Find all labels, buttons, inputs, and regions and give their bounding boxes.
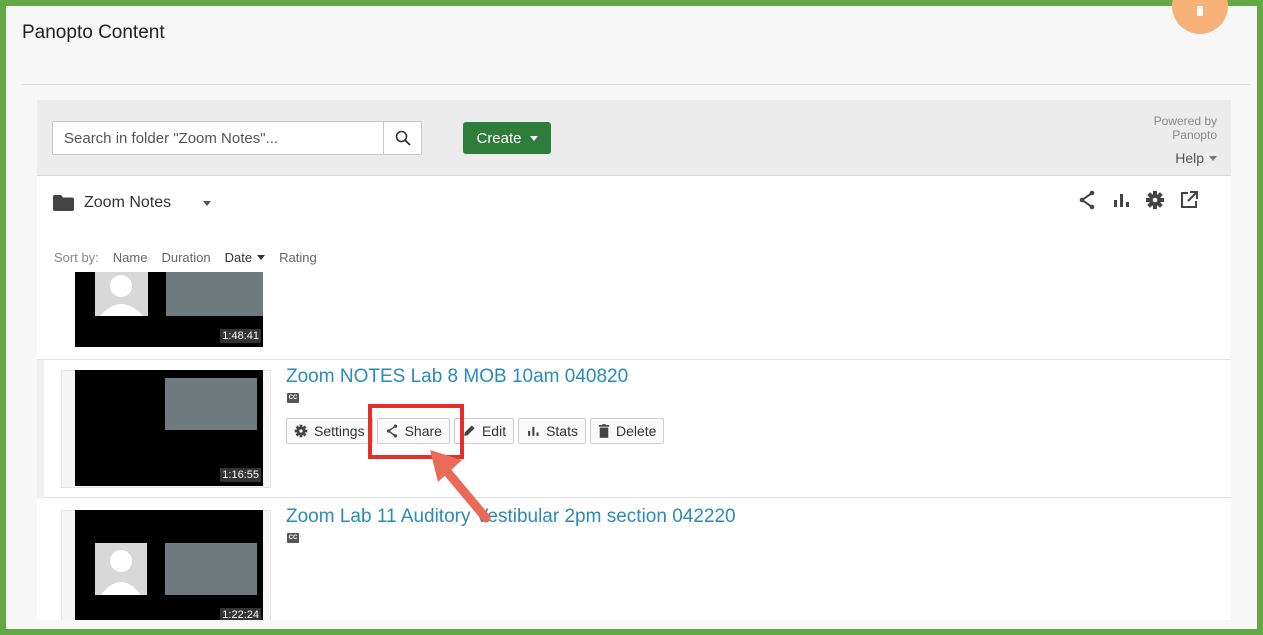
- content-panel: Create Powered by Panopto Help Zoom Note…: [37, 100, 1231, 620]
- folder-toolbar: [1077, 190, 1199, 210]
- sort-bar: Sort by: Name Duration Date Rating: [54, 250, 317, 265]
- session-duration: 1:22:24: [220, 608, 261, 620]
- video-frame: [165, 543, 257, 595]
- sort-option-date-label: Date: [224, 250, 253, 265]
- pointer-arrow: [430, 450, 491, 523]
- pencil-icon: [464, 425, 475, 436]
- video-frame: [166, 272, 263, 316]
- session-thumbnail[interactable]: 1:16:55: [75, 370, 263, 486]
- create-button[interactable]: Create: [463, 122, 551, 154]
- stats-label: Stats: [546, 423, 578, 439]
- folder-icon: [53, 195, 74, 211]
- session-title-link[interactable]: Zoom NOTES Lab 8 MOB 10am 040820: [286, 366, 628, 388]
- delete-button[interactable]: Delete: [589, 418, 665, 444]
- help-menu[interactable]: Help: [1175, 150, 1217, 166]
- folder-selector[interactable]: Zoom Notes: [53, 194, 212, 212]
- gear-icon: [294, 424, 308, 438]
- stats-icon[interactable]: [1111, 190, 1131, 210]
- powered-by-line1: Powered by: [1153, 114, 1217, 128]
- sort-option-rating[interactable]: Rating: [279, 250, 317, 265]
- session-thumbnail[interactable]: 1:48:41: [75, 272, 263, 347]
- video-frame: [165, 378, 257, 430]
- search-input[interactable]: [53, 122, 385, 154]
- person-icon: [101, 550, 141, 595]
- divider: [22, 84, 1250, 85]
- sort-option-date[interactable]: Date: [224, 250, 266, 265]
- chevron-down-icon: [203, 200, 212, 206]
- chevron-down-icon: [1209, 155, 1217, 161]
- open-external-icon[interactable]: [1179, 190, 1199, 210]
- delete-label: Delete: [615, 423, 657, 439]
- closed-caption-icon: CC: [287, 393, 299, 403]
- search-button[interactable]: [383, 122, 421, 154]
- stats-button[interactable]: Stats: [518, 418, 586, 444]
- settings-icon[interactable]: [1145, 190, 1165, 210]
- search-icon: [395, 130, 410, 146]
- stats-icon: [528, 426, 539, 436]
- folder-name: Zoom Notes: [84, 194, 172, 211]
- create-label: Create: [476, 129, 522, 147]
- session-duration: 1:48:41: [220, 329, 261, 343]
- share-icon[interactable]: [1077, 190, 1097, 210]
- powered-by-line2: Panopto: [1172, 128, 1217, 142]
- powered-by: Powered by Panopto: [1154, 114, 1217, 142]
- sort-label: Sort by:: [54, 250, 99, 265]
- row-stripe: [37, 360, 44, 499]
- sort-option-duration[interactable]: Duration: [161, 250, 210, 265]
- session-title-link[interactable]: Zoom Lab 11 Auditory Vestibular 2pm sect…: [286, 506, 736, 528]
- sort-option-name[interactable]: Name: [113, 250, 148, 265]
- edit-label: Edit: [481, 423, 507, 439]
- info-icon: [1197, 6, 1203, 16]
- closed-caption-icon: CC: [287, 533, 299, 543]
- page-title: Panopto Content: [22, 22, 165, 43]
- chevron-down-icon: [529, 135, 538, 141]
- settings-label: Settings: [314, 423, 365, 439]
- help-label: Help: [1175, 150, 1204, 166]
- trash-icon: [598, 424, 610, 438]
- session-duration: 1:16:55: [220, 468, 261, 482]
- top-toolbar: Create Powered by Panopto Help: [37, 100, 1231, 176]
- person-icon: [100, 275, 143, 316]
- participant-placeholder: [95, 543, 147, 595]
- settings-button[interactable]: Settings: [286, 418, 373, 444]
- participant-placeholder: [95, 272, 148, 316]
- search-box: [52, 121, 422, 155]
- sort-descending-icon: [257, 255, 266, 260]
- session-thumbnail[interactable]: 1:22:24: [75, 510, 263, 620]
